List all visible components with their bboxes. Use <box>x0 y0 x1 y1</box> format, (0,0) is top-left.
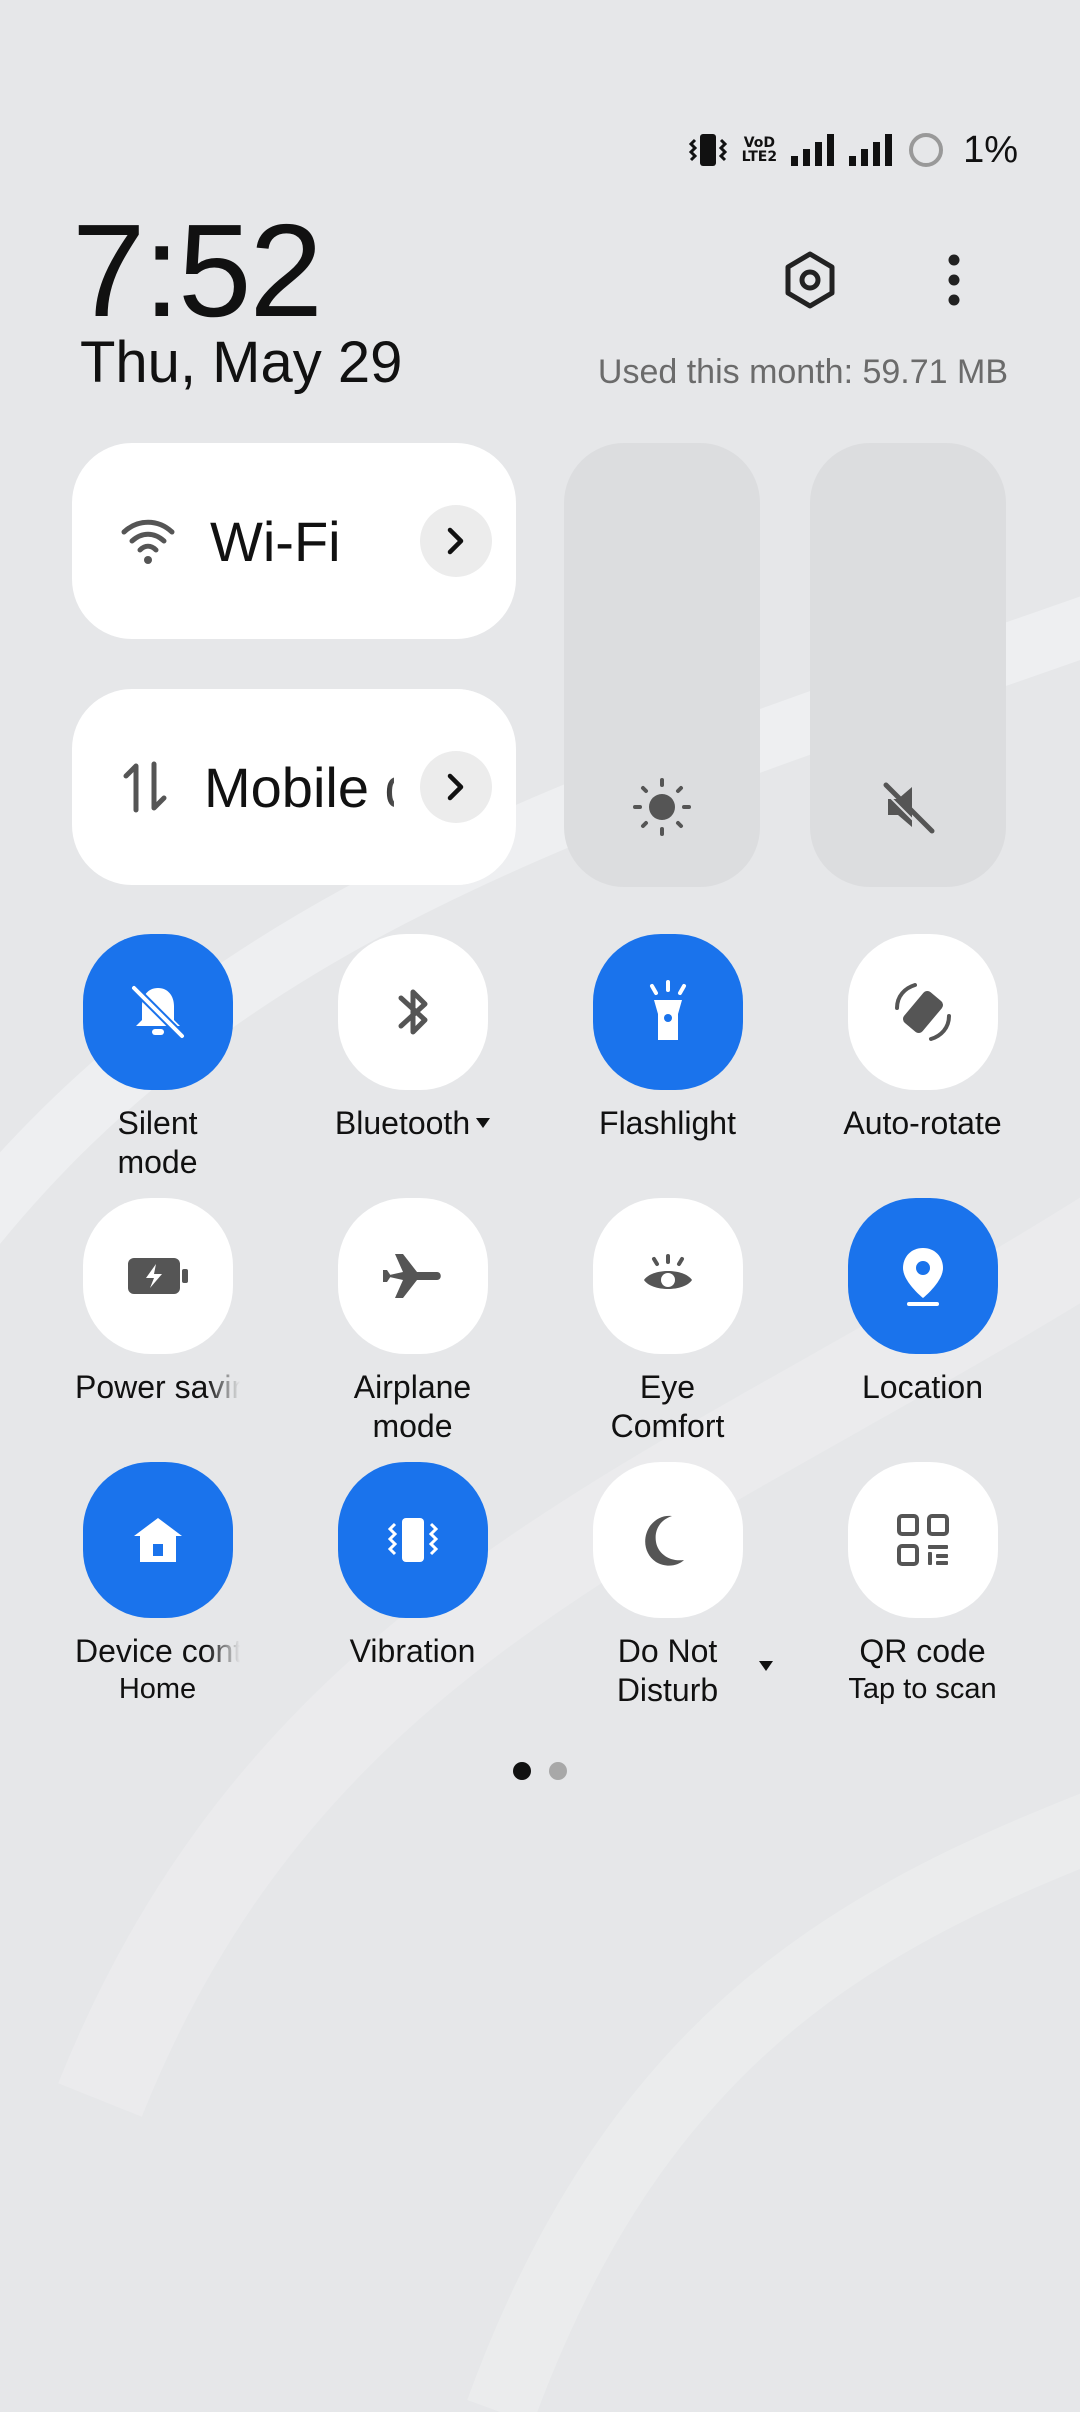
bluetooth-icon <box>398 989 427 1035</box>
signal-icon <box>791 134 835 166</box>
toggle-device-controls[interactable]: Device controls Home <box>30 1462 285 1707</box>
power-saving-label: Power saving <box>75 1369 240 1405</box>
qr-code-button[interactable] <box>847 1462 998 1618</box>
airplane-mode-button[interactable] <box>337 1198 488 1354</box>
toggle-label: Do Not <box>540 1632 795 1671</box>
do-not-disturb-label-2: Disturb <box>616 1672 719 1708</box>
toggle-bluetooth[interactable]: Bluetooth <box>285 934 540 1143</box>
vibrate-icon <box>688 134 727 166</box>
volume-mute-icon <box>881 782 935 836</box>
toggle-label: Vibration <box>349 1633 476 1669</box>
toggle-do-not-disturb[interactable]: Do Not Disturb <box>540 1462 795 1710</box>
toggle-label: Flashlight <box>599 1105 736 1141</box>
toggle-label: Device controls <box>30 1632 285 1671</box>
battery-percent: 1% <box>963 128 1018 171</box>
mobile-data-icon <box>123 761 167 813</box>
mobile-data-details-button[interactable] <box>420 751 492 823</box>
bluetooth-button[interactable] <box>337 934 488 1090</box>
chevron-right-icon <box>447 773 464 801</box>
chevron-right-icon <box>447 527 464 555</box>
signal-icon-2 <box>849 134 893 166</box>
toggle-location[interactable]: Location <box>795 1198 1050 1407</box>
toggle-label: Auto-rotate <box>843 1105 1002 1141</box>
toggle-label: Eye <box>639 1369 696 1405</box>
toggle-qr-code[interactable]: QR code Tap to scan <box>795 1462 1050 1707</box>
auto-rotate-icon <box>894 983 951 1041</box>
wifi-label: Wi-Fi <box>210 509 341 573</box>
wifi-tile[interactable]: Wi-Fi <box>72 443 516 639</box>
volte-top: VoD <box>743 135 775 151</box>
device-controls-label: Device controls <box>75 1633 240 1669</box>
power-saving-button[interactable] <box>82 1198 233 1354</box>
toggle-flashlight[interactable]: Flashlight <box>540 934 795 1143</box>
battery-saver-icon <box>127 1258 188 1294</box>
clock-time[interactable]: 7:52 <box>72 205 323 337</box>
toggle-sublabel: Tap to scan <box>848 1673 997 1705</box>
toggle-airplane-mode[interactable]: Airplane mode <box>285 1198 540 1446</box>
moon-icon <box>644 1515 684 1566</box>
page-dot-active[interactable] <box>513 1762 531 1780</box>
toggle-label-line2: Disturb <box>540 1661 795 1710</box>
settings-icon <box>785 251 835 309</box>
toggle-label: Silent <box>117 1105 198 1141</box>
volume-slider[interactable] <box>810 443 1006 887</box>
dropdown-caret-icon[interactable] <box>476 1117 491 1128</box>
bell-off-icon <box>130 985 185 1039</box>
mobile-data-label: Mobile data <box>204 755 394 819</box>
toggle-label-line2: mode <box>117 1144 198 1180</box>
settings-button[interactable] <box>770 240 850 320</box>
eye-comfort-button[interactable] <box>592 1198 743 1354</box>
toggle-label: Airplane <box>353 1369 472 1405</box>
vibrate-icon <box>387 1518 438 1562</box>
more-vert-icon <box>948 254 960 306</box>
auto-rotate-button[interactable] <box>847 934 998 1090</box>
eye-icon <box>643 1254 692 1289</box>
status-bar: VoD LTE2 1% <box>688 128 1018 172</box>
silent-mode-button[interactable] <box>82 934 233 1090</box>
mobile-data-tile[interactable]: Mobile data <box>72 689 516 885</box>
date-label[interactable]: Thu, May 29 <box>80 330 402 396</box>
location-pin-icon <box>902 1248 943 1306</box>
flashlight-button[interactable] <box>592 934 743 1090</box>
toggle-power-saving[interactable]: Power saving <box>30 1198 285 1407</box>
volte-icon: VoD LTE2 <box>742 136 777 164</box>
battery-icon <box>909 133 944 167</box>
toggle-auto-rotate[interactable]: Auto-rotate <box>795 934 1050 1143</box>
brightness-icon <box>633 778 691 836</box>
qr-code-icon <box>896 1514 949 1566</box>
toggle-eye-comfort[interactable]: Eye Comfort <box>540 1198 795 1446</box>
toggle-vibration[interactable]: Vibration <box>285 1462 540 1671</box>
more-options-button[interactable] <box>914 240 994 320</box>
toggle-label-line2: Comfort <box>610 1408 725 1444</box>
data-usage-label[interactable]: Used this month: 59.71 MB <box>598 350 1008 394</box>
toggle-label: Location <box>862 1369 983 1405</box>
page-dot[interactable] <box>549 1762 567 1780</box>
airplane-icon <box>382 1254 441 1298</box>
volte-bottom: LTE2 <box>741 149 778 165</box>
toggle-sublabel: Home <box>118 1673 197 1705</box>
wifi-icon <box>121 519 175 564</box>
do-not-disturb-label: Do Not <box>617 1633 718 1669</box>
toggle-label: Power saving <box>30 1368 285 1407</box>
location-button[interactable] <box>847 1198 998 1354</box>
bluetooth-label: Bluetooth <box>334 1105 471 1141</box>
home-icon <box>133 1518 182 1562</box>
do-not-disturb-button[interactable] <box>592 1462 743 1618</box>
vibration-button[interactable] <box>337 1462 488 1618</box>
toggle-label: QR code <box>859 1633 986 1669</box>
toggle-label-line2: mode <box>372 1408 453 1444</box>
brightness-slider[interactable] <box>564 443 760 887</box>
device-controls-button[interactable] <box>82 1462 233 1618</box>
flashlight-icon <box>649 980 686 1040</box>
dropdown-caret-icon[interactable] <box>759 1661 773 1671</box>
toggle-silent-mode[interactable]: Silent mode <box>30 934 285 1182</box>
toggle-label: Bluetooth <box>285 1104 540 1143</box>
page-indicator[interactable] <box>0 1762 1080 1780</box>
wifi-details-button[interactable] <box>420 505 492 577</box>
